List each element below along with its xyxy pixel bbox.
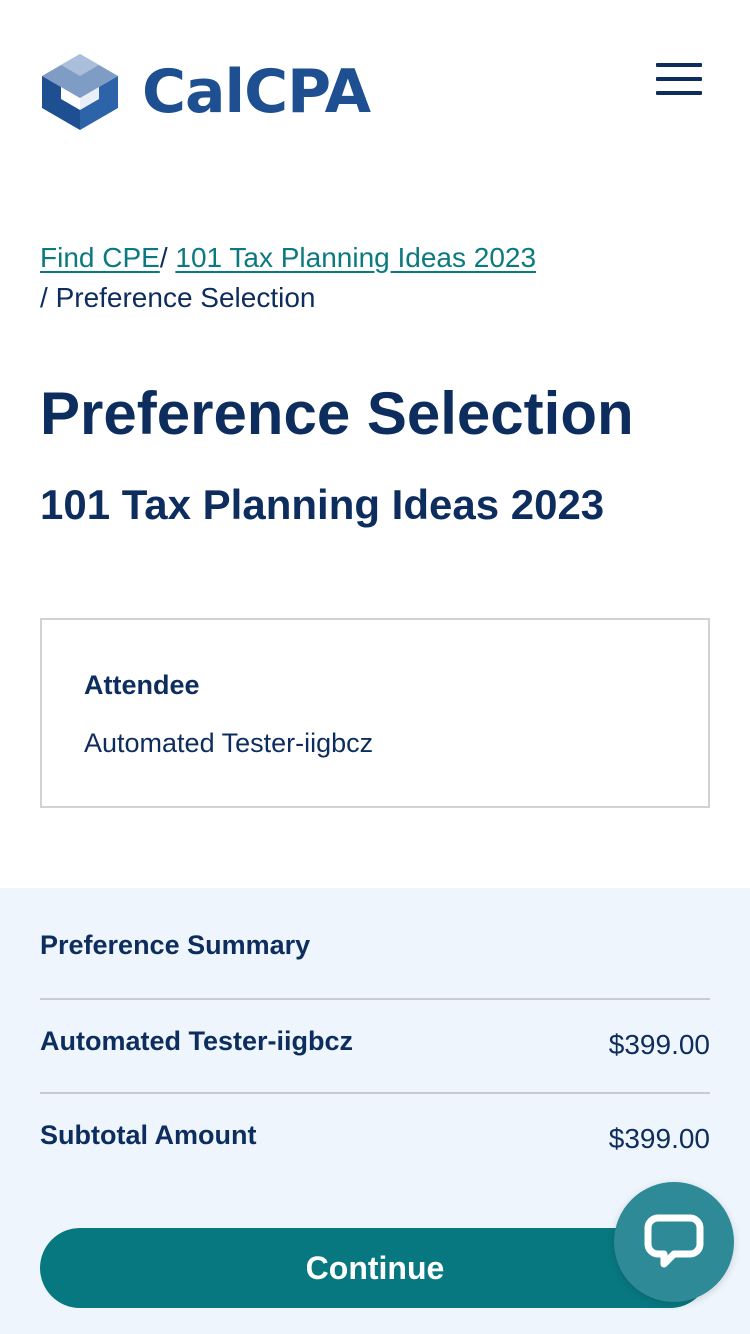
page-subtitle: 101 Tax Planning Ideas 2023 — [40, 481, 605, 528]
breadcrumb: Find CPE/ 101 Tax Planning Ideas 2023 / … — [40, 238, 710, 318]
divider — [40, 1092, 710, 1094]
chat-button[interactable] — [614, 1182, 734, 1302]
menu-line — [656, 77, 702, 81]
subtotal-amount: $399.00 — [608, 1123, 710, 1154]
hamburger-menu-icon[interactable] — [654, 60, 704, 100]
summary-row-attendee-amount: $399.00 — [608, 1029, 710, 1060]
attendee-label: Attendee — [84, 670, 200, 700]
breadcrumb-separator: / — [40, 282, 48, 313]
breadcrumb-separator: / — [159, 242, 168, 273]
subtotal-label: Subtotal Amount — [40, 1120, 257, 1150]
breadcrumb-link-find-cpe[interactable]: Find CPE — [40, 242, 160, 273]
menu-line — [656, 63, 702, 67]
menu-line — [656, 91, 702, 95]
site-header: CalCPA — [0, 0, 750, 180]
continue-button[interactable]: Continue — [40, 1228, 710, 1308]
calcpa-logo[interactable]: CalCPA — [40, 52, 371, 132]
page-title: Preference Selection — [40, 380, 634, 447]
summary-row-attendee-label: Automated Tester-iigbcz — [40, 1026, 354, 1056]
attendee-name: Automated Tester-iigbcz — [84, 728, 374, 758]
breadcrumb-current: Preference Selection — [55, 282, 316, 313]
divider — [40, 998, 710, 1000]
logo-text: CalCPA — [142, 57, 371, 127]
breadcrumb-link-course[interactable]: 101 Tax Planning Ideas 2023 — [175, 242, 536, 273]
attendee-card: Attendee Automated Tester-iigbcz — [40, 618, 710, 808]
summary-title: Preference Summary — [40, 930, 311, 960]
calcpa-cube-logo-icon — [42, 54, 118, 130]
chat-bubble-icon — [644, 1214, 704, 1268]
